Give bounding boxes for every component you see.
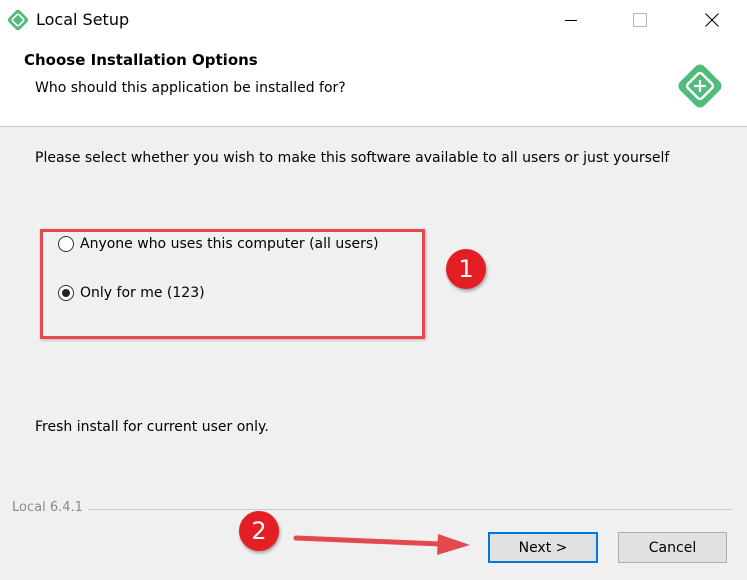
local-app-icon [6, 8, 30, 32]
local-logo-icon [674, 60, 726, 112]
window-title: Local Setup [36, 10, 130, 29]
install-status-text: Fresh install for current user only. [35, 419, 269, 435]
close-icon [705, 13, 719, 27]
page-title: Choose Installation Options [24, 51, 258, 69]
page-header: Choose Installation Options Who should t… [0, 40, 747, 127]
annotation-arrow-icon [293, 534, 470, 555]
annotation-highlight-box [40, 229, 425, 339]
annotation-badge-2: 2 [239, 511, 279, 551]
footer-divider [12, 509, 732, 510]
cancel-button[interactable]: Cancel [618, 532, 727, 563]
minimize-icon [565, 20, 577, 21]
minimize-button[interactable] [548, 0, 594, 40]
maximize-button[interactable] [617, 0, 663, 40]
annotation-badge-1: 1 [446, 249, 486, 289]
next-button[interactable]: Next > [488, 532, 598, 563]
setup-window: Local Setup Choose Installation Options … [0, 0, 747, 580]
intro-text: Please select whether you wish to make t… [35, 150, 670, 166]
title-bar[interactable]: Local Setup [0, 0, 747, 40]
close-button[interactable] [689, 0, 735, 40]
footer-brand: Local 6.4.1 [12, 500, 89, 515]
page-subtitle: Who should this application be installed… [35, 80, 346, 96]
maximize-icon [633, 13, 647, 27]
